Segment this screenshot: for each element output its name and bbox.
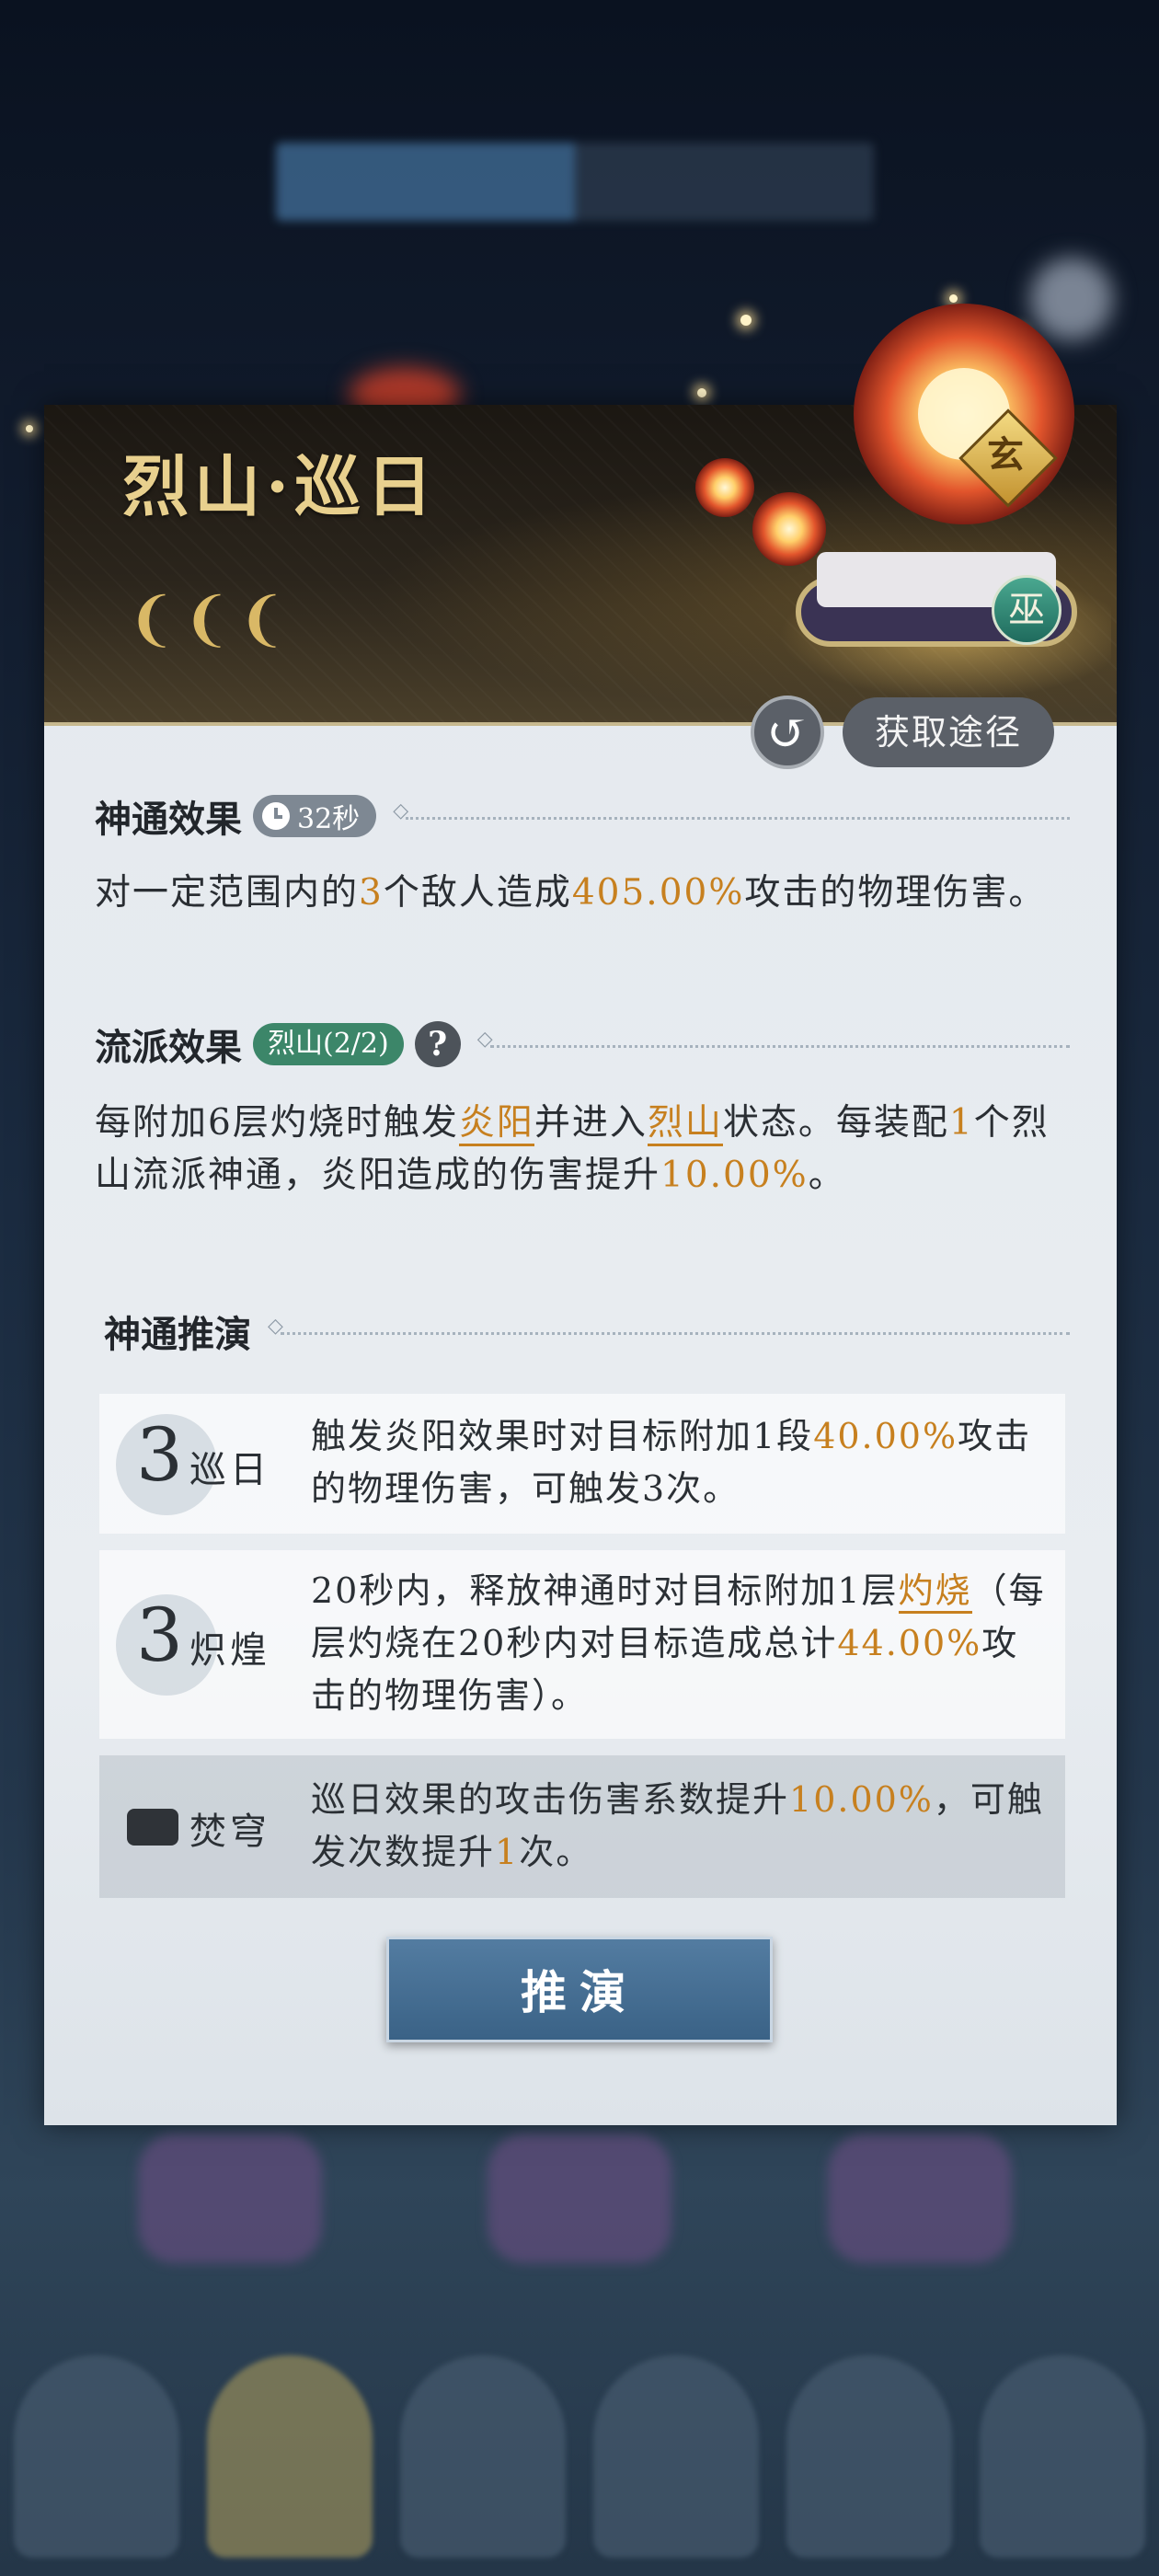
cooldown-value: 32秒 bbox=[297, 803, 361, 835]
evolution-name: 巡日 bbox=[189, 1449, 270, 1491]
background-nav bbox=[0, 2355, 1159, 2576]
evolution-description: 20秒内，释放神通时对目标附加1层灼烧（每层灼烧在20秒内对目标造成总计44.0… bbox=[311, 1570, 1046, 1716]
lock-icon bbox=[127, 1809, 178, 1846]
background-nav-item bbox=[207, 2355, 373, 2558]
section-divider bbox=[393, 799, 1070, 822]
evolution-name: 焚穹 bbox=[189, 1811, 270, 1853]
background-slot bbox=[488, 2134, 671, 2263]
school-description: 每附加6层灼烧时触发炎阳并进入烈山状态。每装配1个烈山流派神通，炎阳造成的伤害提… bbox=[95, 1102, 1050, 1196]
skill-scroll-illustration bbox=[695, 304, 1111, 699]
section-divider bbox=[477, 1027, 1070, 1051]
effect-description: 对一定范围内的3个敌人造成405.00%攻击的物理伤害。 bbox=[95, 872, 1047, 914]
evolution-level: 3 bbox=[136, 1412, 183, 1498]
evolution-item-locked[interactable]: 焚穹 巡日效果的攻击伤害系数提升10.00%，可触发次数提升1次。 bbox=[99, 1755, 1065, 1898]
background-nav-item bbox=[786, 2355, 952, 2558]
clock-icon bbox=[262, 802, 290, 830]
sparkle-icon bbox=[949, 294, 958, 303]
background-tabs bbox=[276, 143, 874, 221]
sparkle-icon bbox=[26, 425, 33, 432]
evolution-name: 炽煌 bbox=[189, 1629, 270, 1672]
effect-heading: 神通效果 bbox=[95, 798, 242, 841]
skill-detail-panel: 烈山·巡日 ❨ ❨ ❨ 玄 巫 ↺ 获取途径 神通效果 32秒 ◇ 对一定范围内… bbox=[44, 304, 1117, 2125]
crescent-mark-icon: ❨ bbox=[127, 586, 177, 654]
help-icon[interactable]: ? bbox=[414, 1021, 461, 1067]
class-badge: 巫 bbox=[992, 575, 1061, 645]
evolution-level: 3 bbox=[136, 1593, 183, 1678]
background-slot bbox=[138, 2134, 322, 2263]
school-section-header: 流派效果 烈山(2/2) ? bbox=[95, 1018, 1070, 1071]
acquire-source-button[interactable]: 获取途径 bbox=[843, 697, 1054, 767]
skill-marks: ❨ ❨ ❨ bbox=[127, 586, 287, 654]
skill-title: 烈山·巡日 bbox=[122, 447, 439, 525]
crescent-mark-icon: ❨ bbox=[182, 586, 232, 654]
crescent-mark-icon: ❨ bbox=[237, 586, 287, 654]
background-nav-item bbox=[400, 2355, 566, 2558]
evolution-description: 巡日效果的攻击伤害系数提升10.00%，可触发次数提升1次。 bbox=[311, 1779, 1044, 1872]
section-divider bbox=[268, 1314, 1070, 1338]
evolution-description: 触发炎阳效果时对目标附加1段40.00%攻击的物理伤害，可触发3次。 bbox=[311, 1416, 1032, 1509]
deduce-button[interactable]: 推演 bbox=[386, 1937, 773, 2042]
keyword-link[interactable]: 灼烧 bbox=[898, 1570, 972, 1614]
school-badge: 烈山(2/2) bbox=[253, 1023, 404, 1065]
evolution-item[interactable]: 3 炽煌 20秒内，释放神通时对目标附加1层灼烧（每层灼烧在20秒内对目标造成总… bbox=[99, 1550, 1065, 1739]
evolution-heading: 神通推演 bbox=[104, 1313, 251, 1356]
background-slot bbox=[828, 2134, 1012, 2263]
background-nav-item bbox=[593, 2355, 759, 2558]
refresh-button[interactable]: ↺ bbox=[751, 696, 824, 769]
keyword-link[interactable]: 烈山 bbox=[647, 1102, 723, 1146]
background-nav-item bbox=[980, 2355, 1145, 2558]
background-nav-item bbox=[14, 2355, 179, 2558]
evolution-section-header: 神通推演 bbox=[104, 1305, 1070, 1358]
effect-section-header: 神通效果 32秒 bbox=[95, 789, 1070, 843]
keyword-link[interactable]: 炎阳 bbox=[458, 1102, 534, 1146]
evolution-item[interactable]: 3 巡日 触发炎阳效果时对目标附加1段40.00%攻击的物理伤害，可触发3次。 bbox=[99, 1394, 1065, 1534]
cooldown-badge: 32秒 bbox=[253, 795, 377, 837]
school-heading: 流派效果 bbox=[95, 1026, 242, 1069]
grade-badge-label: 玄 bbox=[987, 433, 1024, 477]
